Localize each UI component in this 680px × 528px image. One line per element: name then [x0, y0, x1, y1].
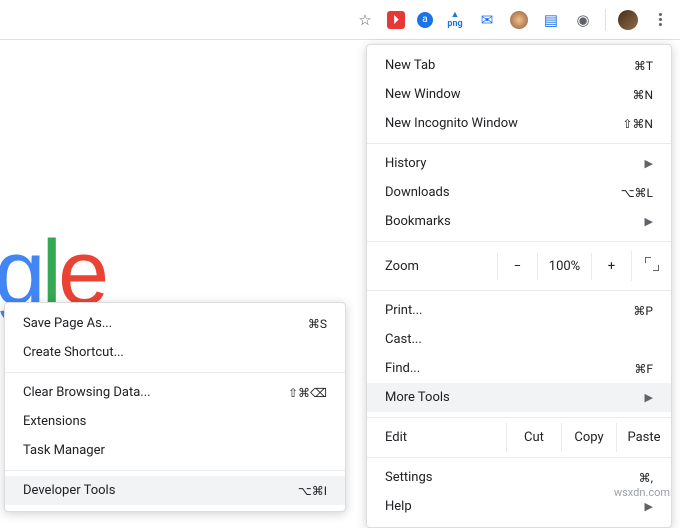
more-tools-submenu: Save Page As... ⌘S Create Shortcut... Cl… — [4, 302, 346, 512]
menu-shortcut: ⌘P — [633, 304, 653, 318]
extension-icon-png[interactable]: ▲png — [445, 10, 465, 30]
bookmark-star-icon[interactable]: ☆ — [355, 10, 375, 30]
menu-label: Extensions — [23, 414, 86, 429]
zoom-in-button[interactable]: + — [591, 253, 631, 280]
menu-separator — [367, 417, 671, 418]
extension-icon-avatar[interactable] — [509, 10, 529, 30]
menu-shortcut: ⌘F — [634, 362, 653, 376]
menu-incognito[interactable]: New Incognito Window ⇧⌘N — [367, 109, 671, 138]
menu-shortcut: ⇧⌘N — [622, 117, 653, 131]
menu-label: New Window — [385, 87, 461, 102]
edit-paste-button[interactable]: Paste — [616, 423, 671, 452]
menu-label: Save Page As... — [23, 316, 112, 331]
menu-label: Downloads — [385, 185, 450, 200]
menu-more-tools[interactable]: More Tools ▶ — [367, 383, 671, 412]
menu-shortcut: ⌥⌘I — [298, 484, 327, 498]
extension-icon-1[interactable]: ⏵ — [387, 11, 405, 29]
menu-label: Task Manager — [23, 443, 105, 458]
menu-label: Clear Browsing Data... — [23, 385, 151, 400]
menu-separator — [367, 241, 671, 242]
menu-cast[interactable]: Cast... — [367, 325, 671, 354]
menu-history[interactable]: History ▶ — [367, 149, 671, 178]
chrome-main-menu: New Tab ⌘T New Window ⌘N New Incognito W… — [366, 44, 672, 528]
menu-label: More Tools — [385, 390, 450, 405]
menu-label: Bookmarks — [385, 214, 451, 229]
menu-new-tab[interactable]: New Tab ⌘T — [367, 51, 671, 80]
menu-shortcut: ⇧⌘⌫ — [288, 386, 327, 400]
menu-separator — [367, 143, 671, 144]
submenu-clear-browsing[interactable]: Clear Browsing Data... ⇧⌘⌫ — [5, 378, 345, 407]
edit-cut-button[interactable]: Cut — [506, 423, 561, 452]
submenu-task-manager[interactable]: Task Manager — [5, 436, 345, 465]
menu-label: Print... — [385, 303, 422, 318]
menu-separator — [5, 470, 345, 471]
submenu-arrow-icon: ▶ — [645, 157, 653, 170]
menu-edit: Edit Cut Copy Paste — [367, 423, 671, 452]
menu-find[interactable]: Find... ⌘F — [367, 354, 671, 383]
menu-label: Settings — [385, 470, 432, 485]
menu-label: Developer Tools — [23, 483, 115, 498]
submenu-arrow-icon: ▶ — [645, 391, 653, 404]
submenu-extensions[interactable]: Extensions — [5, 407, 345, 436]
profile-avatar[interactable] — [618, 10, 638, 30]
menu-label: New Incognito Window — [385, 116, 518, 131]
menu-shortcut: ⌥⌘L — [621, 186, 653, 200]
menu-zoom: Zoom − 100% + — [367, 247, 671, 285]
zoom-label: Zoom — [367, 259, 497, 274]
menu-new-window[interactable]: New Window ⌘N — [367, 80, 671, 109]
menu-label: Find... — [385, 361, 420, 376]
menu-separator — [367, 457, 671, 458]
submenu-developer-tools[interactable]: Developer Tools ⌥⌘I — [5, 476, 345, 505]
menu-separator — [5, 372, 345, 373]
watermark: wsxdn.com — [614, 486, 670, 499]
extension-icon-2[interactable]: a — [417, 12, 433, 28]
extension-icon-mail[interactable]: ✉ — [477, 10, 497, 30]
menu-downloads[interactable]: Downloads ⌥⌘L — [367, 178, 671, 207]
zoom-value: 100% — [537, 253, 591, 280]
menu-label: New Tab — [385, 58, 435, 73]
menu-shortcut: ⌘S — [308, 317, 327, 331]
menu-label: History — [385, 156, 426, 171]
extension-icon-camera[interactable]: ◉ — [573, 10, 593, 30]
menu-shortcut: ⌘N — [632, 88, 653, 102]
fullscreen-icon — [645, 257, 659, 271]
fullscreen-button[interactable] — [631, 251, 671, 281]
menu-label: Cast... — [385, 332, 422, 347]
menu-separator — [367, 290, 671, 291]
menu-shortcut: ⌘T — [634, 59, 653, 73]
menu-label: Create Shortcut... — [23, 345, 124, 360]
chrome-menu-button[interactable] — [650, 10, 670, 30]
browser-toolbar: ☆ ⏵ a ▲png ✉ ▤ ◉ — [0, 0, 680, 40]
extension-icon-doc[interactable]: ▤ — [541, 10, 561, 30]
submenu-arrow-icon: ▶ — [645, 215, 653, 228]
menu-print[interactable]: Print... ⌘P — [367, 296, 671, 325]
edit-copy-button[interactable]: Copy — [561, 423, 616, 452]
submenu-create-shortcut[interactable]: Create Shortcut... — [5, 338, 345, 367]
zoom-out-button[interactable]: − — [497, 253, 537, 280]
menu-shortcut: ⌘, — [639, 471, 653, 485]
edit-label: Edit — [367, 423, 506, 452]
menu-bookmarks[interactable]: Bookmarks ▶ — [367, 207, 671, 236]
submenu-save-page[interactable]: Save Page As... ⌘S — [5, 309, 345, 338]
toolbar-divider — [605, 9, 606, 31]
